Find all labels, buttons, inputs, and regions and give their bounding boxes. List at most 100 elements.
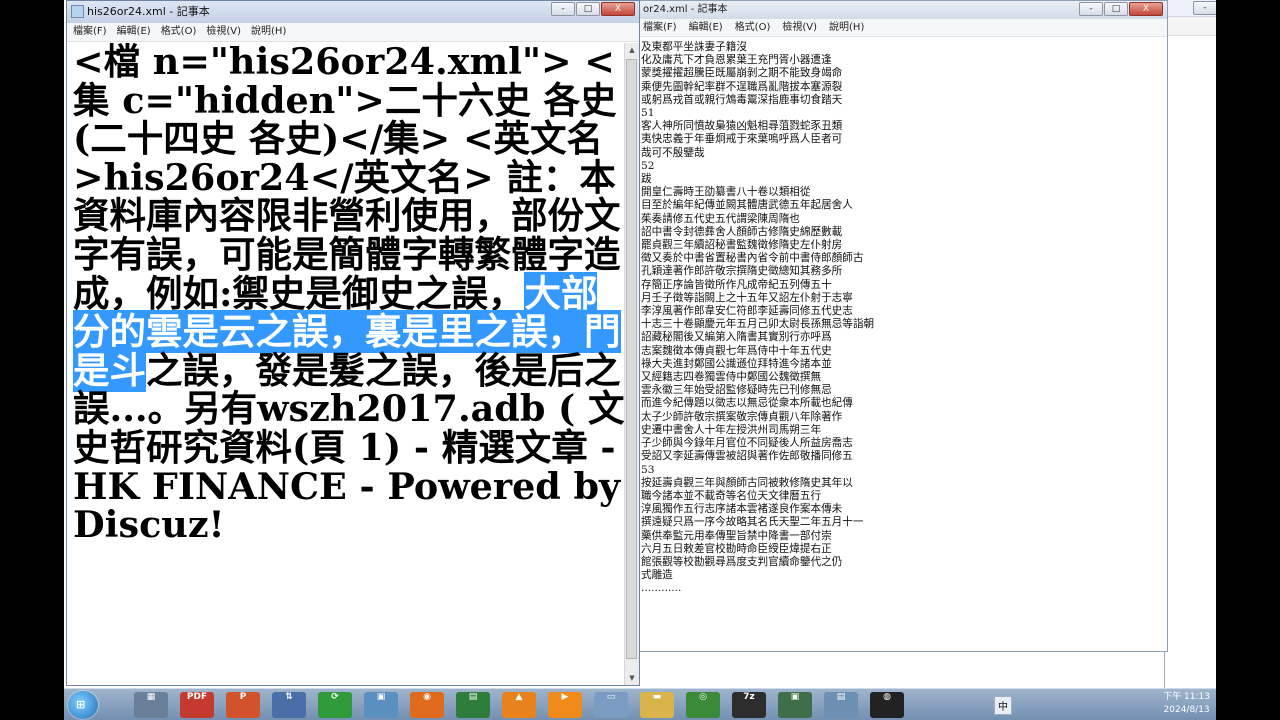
- text-line: ............: [641, 582, 682, 595]
- text-editor-area[interactable]: <檔 n="his26or24.xml"> <集 c="hidden">二十六史…: [67, 43, 625, 685]
- text-line: 職今諸本並不載奇等名位天文律曆五行: [641, 489, 822, 502]
- app-shortcut-icon[interactable]: ▦: [134, 692, 168, 718]
- media-app-icon[interactable]: ▶: [548, 692, 582, 718]
- text-line: 館張觀等校勘觀尋爲度支判官續命鑒代之仍: [641, 555, 843, 568]
- powerpoint-app-icon[interactable]: P: [226, 692, 260, 718]
- window-titlebar[interactable]: his26or24.xml - 記事本 - □ X: [67, 1, 639, 23]
- text-line: 子少師與今錄年月官位不同疑後人所益房喬志: [641, 437, 853, 450]
- recorder-app-icon[interactable]: ◍: [870, 692, 904, 718]
- text-line: 跋: [641, 173, 652, 186]
- text-line: 51: [641, 107, 655, 120]
- text-line: 淳風獨作五行志序諸本雲褚遂良作案本傳未: [641, 503, 843, 516]
- window-titlebar[interactable]: or24.xml - 記事本 - □ X: [639, 1, 1167, 19]
- text-line: 雲永徽三年始受詔監修疑時先已刊修無忌: [641, 384, 832, 397]
- notepad-window-secondary[interactable]: or24.xml - 記事本 - □ X 檔案(F) 編輯(E) 格式(O) 檢…: [638, 0, 1168, 652]
- menu-format[interactable]: 格式(O): [735, 19, 771, 36]
- menu-format[interactable]: 格式(O): [161, 23, 197, 41]
- text-line: 祿大夫進封鄭國公識遜位拜特進今諸本並: [641, 357, 832, 370]
- image-app-icon[interactable]: ▣: [364, 692, 398, 718]
- text-line: 開皇仁壽時王劭纂書八十卷以類相從: [641, 186, 811, 199]
- excel-app-icon[interactable]: ▤: [456, 692, 490, 718]
- folder-app-icon[interactable]: ▬: [640, 692, 674, 718]
- vlc-app-icon[interactable]: ▲: [502, 692, 536, 718]
- windows-logo-icon: ⊞: [76, 698, 86, 711]
- close-button[interactable]: X: [601, 2, 635, 16]
- text-line: 藥供奉監元用奉傳聖旨禁中降書一部付崇: [641, 529, 832, 542]
- window-title: his26or24.xml - 記事本: [87, 5, 210, 18]
- minimize-button[interactable]: -: [1079, 2, 1103, 16]
- scroll-down-arrow-icon[interactable]: ▼: [625, 671, 639, 685]
- text-line: 化及庸芃下才負恩累葉王充門胥小器遭逢: [641, 54, 832, 67]
- window-title: or24.xml - 記事本: [643, 4, 728, 15]
- menu-edit[interactable]: 編輯(E): [689, 19, 723, 36]
- menu-file[interactable]: 檔案(F): [643, 19, 677, 36]
- window-app-icon[interactable]: ▭: [594, 692, 628, 718]
- minimize-button[interactable]: -: [551, 2, 575, 16]
- text-line: 哉可不殷鑒哉: [641, 146, 705, 159]
- notepad-window[interactable]: his26or24.xml - 記事本 - □ X 檔案(F) 編輯(E) 格式…: [66, 0, 640, 686]
- text-line: 孔穎達著作郎許敬宗撰隋史徵總知其務多所: [641, 265, 843, 278]
- 7zip-app-icon[interactable]: 7z: [732, 692, 766, 718]
- text-line: 六月五日敕差官校勘時命臣綬臣煒提右正: [641, 542, 832, 555]
- text-line: 詔藏秘閣後又編第入隋書其實別行亦呼爲: [641, 331, 832, 344]
- text-line: 李淳風著作郎韋安仁符郎李延壽同修五代史志: [641, 305, 853, 318]
- desktop: - □ X or24.xml - 記事本 - □ X 檔案(F) 編輯(E) 格…: [64, 0, 1216, 720]
- clock[interactable]: 下午 11:13 2024/8/13: [1163, 691, 1210, 717]
- text-line: 52: [641, 159, 655, 172]
- system-tray: 中 下午 11:13 2024/8/13: [966, 689, 1216, 720]
- menu-view[interactable]: 檢視(V): [206, 23, 241, 41]
- start-button[interactable]: ⊞: [68, 691, 98, 719]
- menu-file[interactable]: 檔案(F): [73, 23, 107, 41]
- text-line: 撰遠疑只爲一序今故略其名氏天聖二年五月十一: [641, 516, 864, 529]
- close-button[interactable]: X: [1129, 2, 1163, 16]
- chrome-app-icon[interactable]: ◎: [686, 692, 720, 718]
- text-line: 志案魏徵本傳貞觀七年爲侍中十年五代史: [641, 344, 832, 357]
- text-line: 存簡正序論皆徵所作凡成帝紀五列傳五十: [641, 278, 832, 291]
- text-line: 式雕造: [641, 569, 673, 582]
- scroll-up-arrow-icon[interactable]: ▲: [625, 43, 639, 57]
- text-line: 史遷中書舍人十年左授洪州司馬朔三年: [641, 423, 822, 436]
- text-line: 蒙獎擢擢超騰臣既屬崩剝之期不能致身竭命: [641, 67, 843, 80]
- text-line: 月壬子徵等詣闕上之十五年又詔左仆射于志寧: [641, 291, 853, 304]
- background-window-titlebar[interactable]: - □ X: [1165, 0, 1216, 17]
- taskbar: ⊞ ▦ PDF P ⇅ ⟳ ▣ ◉ ▤ ▲ ▶ ▭ ▬ ◎ 7z ▣ ▤ ◍ 中 下午 11:13 2024/8…: [64, 688, 1216, 720]
- menu-help[interactable]: 說明(H): [829, 19, 864, 36]
- text-line: 而進今紀傳題以徵志以無忌從衆本所載也紀傳: [641, 397, 853, 410]
- text-line: 及東都平坐誅妻子籍沒: [641, 41, 747, 53]
- background-window[interactable]: - □ X: [1164, 0, 1216, 688]
- text-line: 按延壽貞觀三年與顏師古同被敕修隋史其年以: [641, 476, 853, 489]
- menu-help[interactable]: 說明(H): [251, 23, 286, 41]
- text-line: 受詔又李延壽傳雲被詔與著作佐郎敬播同修五: [641, 450, 853, 463]
- notepad-app-icon[interactable]: ▤: [824, 692, 858, 718]
- sync-app-icon[interactable]: ⟳: [318, 692, 352, 718]
- text-line: 十志三十卷顯慶元年五月己卯太尉長孫無忌等詣朝: [641, 318, 875, 331]
- text-content-continued: 之誤，發是髮之誤，後是后之誤...。另有wszh2017.adb ( 文史哲研究…: [73, 348, 625, 547]
- text-line: 茱奏請修五代史五代謂梁陳周隋也: [641, 212, 800, 225]
- scrollbar-thumb[interactable]: [626, 59, 637, 659]
- text-line: 目至於編年紀傳並闕其體唐武德五年起居舍人: [641, 199, 853, 212]
- text-line: 53: [641, 463, 655, 476]
- text-line: 詔中書令封德彝舍人顏師古修隋史綿歷數載: [641, 225, 843, 238]
- clock-date: 2024/8/13: [1163, 705, 1210, 715]
- text-line: 客人神所同憤故梟猿凶魁相尋菹戮蛇豕丑類: [641, 120, 843, 133]
- ime-indicator[interactable]: 中: [994, 696, 1012, 715]
- maximize-button[interactable]: □: [576, 2, 600, 16]
- menu-edit[interactable]: 編輯(E): [117, 23, 151, 41]
- text-line: 徵又奏於中書省置秘書內省令前中書侍郎顏師古: [641, 252, 864, 265]
- network-app-icon[interactable]: ⇅: [272, 692, 306, 718]
- text-line: 夷快忠義于年垂炯戒于來葉嗚呼爲人臣者可: [641, 133, 843, 146]
- vertical-scrollbar[interactable]: ▲ ▼: [624, 43, 639, 685]
- firefox-app-icon[interactable]: ◉: [410, 692, 444, 718]
- text-line: 或躬爲戎首或親行鴆毒鬻深指鹿事切食踏天: [641, 93, 843, 106]
- text-line: 乘便先圖幹紀率群不逞職爲亂階拔本塞源裂: [641, 80, 843, 93]
- background-window-menubar: [1165, 17, 1216, 36]
- pdf-app-icon[interactable]: PDF: [180, 692, 214, 718]
- text-editor-area[interactable]: 及東都平坐誅妻子籍沒 化及庸芃下才負恩累葉王充門胥小器遭逢 蒙獎擢擢超騰臣既屬崩剝之…: [639, 37, 1167, 651]
- clock-time: 下午 11:13: [1163, 692, 1210, 702]
- minimize-button[interactable]: -: [1193, 1, 1216, 15]
- text-line: 太子少師許敬宗撰案敬宗傳貞觀八年除著作: [641, 410, 843, 423]
- text-line: 罷貞觀三年續詔秘書監魏徵修隋史左仆射房: [641, 239, 843, 252]
- maximize-button[interactable]: □: [1104, 2, 1128, 16]
- monitor-app-icon[interactable]: ▣: [778, 692, 812, 718]
- menu-view[interactable]: 檢視(V): [782, 19, 817, 36]
